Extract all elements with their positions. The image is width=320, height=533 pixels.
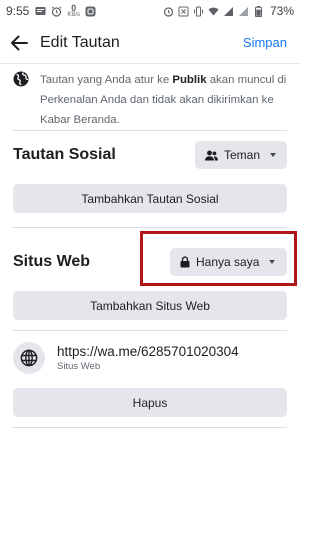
app-badge-icon: [85, 6, 96, 17]
app-bar: Edit Tautan Simpan: [0, 22, 300, 64]
battery-percent: 73%: [269, 4, 294, 18]
add-website-button[interactable]: Tambahkan Situs Web: [13, 291, 287, 320]
wifi-icon: [208, 6, 219, 17]
status-left-icons: 0 KB/s: [35, 4, 96, 18]
status-bar: 9:55 0 KB/s 73%: [0, 0, 300, 22]
save-button[interactable]: Simpan: [243, 35, 287, 50]
delete-button[interactable]: Hapus: [13, 388, 287, 417]
notice-bold-publik: Publik: [172, 74, 207, 86]
battery-icon: [253, 5, 264, 17]
alarm-icon: [163, 6, 174, 17]
add-social-link-button[interactable]: Tambahkan Tautan Sosial: [13, 184, 287, 213]
signal-icon: [238, 6, 249, 17]
globe-icon: [13, 71, 29, 87]
arrow-left-icon: [11, 35, 28, 50]
section-title-social: Tautan Sosial: [13, 146, 116, 163]
alarm-icon: [51, 6, 62, 17]
back-button[interactable]: [0, 22, 38, 64]
link-url: https://wa.me/6285701020304: [57, 344, 239, 359]
nfc-icon: [178, 6, 189, 17]
website-link-item: https://wa.me/6285701020304 Situs Web: [13, 340, 287, 376]
status-time: 9:55: [6, 4, 30, 18]
highlight-box: [140, 231, 297, 286]
privacy-notice: Tautan yang Anda atur ke Publik akan mun…: [13, 70, 289, 130]
link-texts: https://wa.me/6285701020304 Situs Web: [57, 344, 239, 372]
divider: [13, 330, 287, 331]
page-title: Edit Tautan: [40, 33, 120, 51]
friends-icon: [205, 150, 218, 160]
network-speed: 0 KB/s: [67, 3, 81, 19]
notice-text: Tautan yang Anda atur ke Publik akan mun…: [40, 74, 287, 126]
section-title-website: Situs Web: [13, 253, 91, 270]
signal-icon: [223, 6, 234, 17]
message-icon: [35, 6, 46, 17]
social-privacy-label: Teman: [224, 148, 261, 162]
vibrate-icon: [193, 6, 204, 17]
divider: [13, 227, 287, 228]
link-type: Situs Web: [57, 361, 101, 372]
divider: [13, 130, 287, 131]
divider: [13, 427, 287, 428]
social-privacy-dropdown[interactable]: Teman: [195, 141, 287, 169]
status-right-icons: 73%: [163, 4, 294, 18]
caret-down-icon: [270, 153, 277, 157]
globe-icon: [13, 342, 45, 374]
